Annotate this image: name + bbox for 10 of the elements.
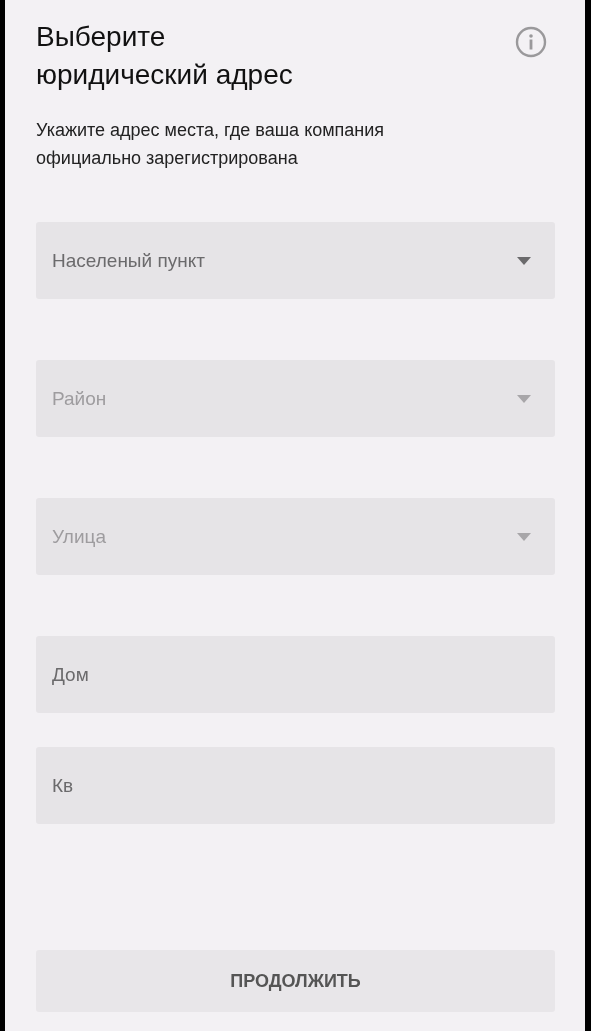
dropdown-field[interactable]: Населеный пункт xyxy=(36,222,555,299)
info-icon[interactable] xyxy=(515,26,547,58)
page-title: Выберите юридический адрес xyxy=(36,20,294,92)
input-field[interactable]: Дом xyxy=(36,636,555,713)
subtitle: Укажите адрес места, где ваша компания официально зарегистрирована xyxy=(36,119,386,170)
caret-icon xyxy=(517,533,531,541)
caret-icon xyxy=(517,395,531,403)
input-field[interactable]: Кв xyxy=(36,747,555,824)
continue-button[interactable]: ПРОДОЛЖИТЬ xyxy=(36,950,555,1012)
caret-icon xyxy=(517,257,531,265)
